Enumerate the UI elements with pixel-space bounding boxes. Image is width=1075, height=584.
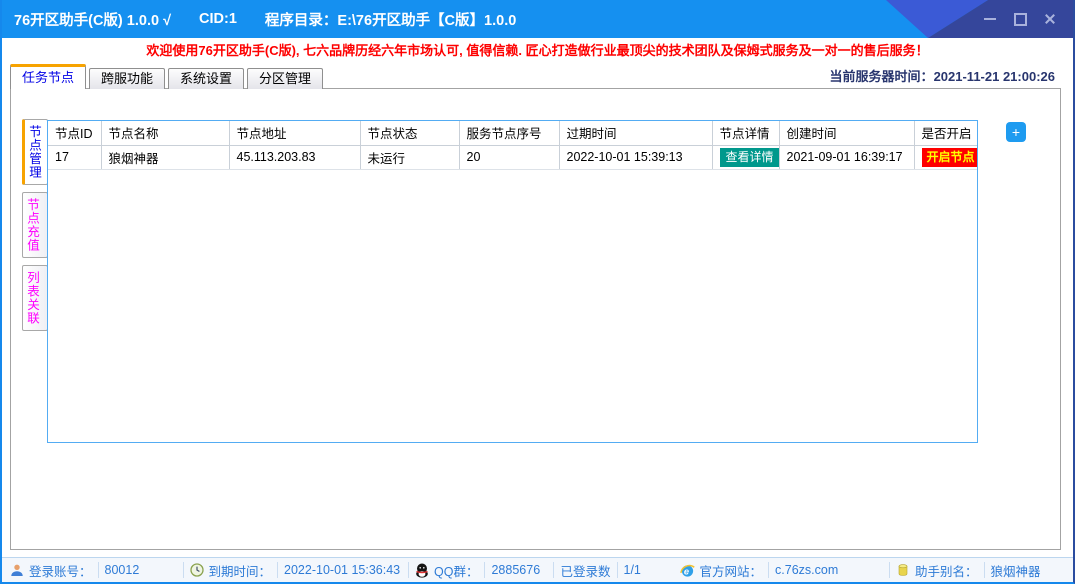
col-header-node-address: 节点地址 [229, 121, 360, 145]
node-table: 节点ID 节点名称 节点地址 节点状态 服务节点序号 过期时间 节点详情 创建时… [47, 120, 978, 443]
title-bar: 76开区助手(C版) 1.0.0 √ CID:1 程序目录：E:\76开区助手【… [2, 0, 1073, 38]
expire-time-value: 2022-10-01 15:36:43 [284, 563, 402, 577]
database-icon [896, 563, 910, 577]
divider [553, 562, 554, 578]
maximize-icon[interactable] [1009, 8, 1031, 30]
cid-label: CID:1 [199, 11, 237, 27]
divider [408, 562, 409, 578]
cell-service-node-no: 20 [459, 145, 559, 169]
view-detail-button[interactable]: 查看详情 [720, 148, 780, 167]
tab-strip: 任务节点 跨服功能 系统设置 分区管理 [10, 64, 326, 89]
divider [984, 562, 985, 578]
divider [98, 562, 99, 578]
side-tab-node-recharge[interactable]: 节点充值 [22, 192, 48, 258]
server-time: 当前服务器时间：2021-11-21 21:00:26 [830, 66, 1055, 85]
server-time-value: 2021-11-21 21:00:26 [934, 69, 1055, 84]
divider [277, 562, 278, 578]
col-header-service-node-no: 服务节点序号 [459, 121, 559, 145]
tab-zone-management[interactable]: 分区管理 [247, 68, 323, 89]
col-header-is-open: 是否开启 [914, 121, 978, 145]
table-row[interactable]: 17 狼烟神器 45.113.203.83 未运行 20 2022-10-01 … [48, 145, 978, 169]
login-account-label: 登录账号： [29, 561, 92, 580]
cell-node-detail: 查看详情 [712, 145, 779, 169]
cell-node-name: 狼烟神器 [101, 145, 229, 169]
col-header-node-status: 节点状态 [360, 121, 459, 145]
table-header-row: 节点ID 节点名称 节点地址 节点状态 服务节点序号 过期时间 节点详情 创建时… [48, 121, 978, 145]
side-tab-list-association[interactable]: 列表关联 [22, 265, 48, 331]
cell-node-status: 未运行 [360, 145, 459, 169]
svg-text:e: e [683, 566, 688, 576]
server-time-label: 当前服务器时间： [830, 69, 934, 84]
col-header-node-detail: 节点详情 [712, 121, 779, 145]
divider [768, 562, 769, 578]
qq-penguin-icon [415, 563, 429, 578]
welcome-banner: 欢迎使用76开区助手(C版), 七六品牌历经六年市场认可, 值得信赖. 匠心打造… [2, 38, 1073, 63]
main-panel: 节点管理 节点充值 列表关联 节点ID 节点名称 节点地址 节点状态 [10, 88, 1061, 550]
assistant-alias-value: 狼烟神器 [991, 561, 1041, 580]
window-title: 76开区助手(C版) 1.0.0 √ CID:1 程序目录：E:\76开区助手【… [14, 0, 516, 38]
col-header-node-name: 节点名称 [101, 121, 229, 145]
ie-globe-icon: e [680, 563, 695, 578]
cell-create-time: 2021-09-01 16:39:17 [779, 145, 914, 169]
logged-count-label: 已登录数 [560, 561, 610, 580]
divider [484, 562, 485, 578]
cell-node-address: 45.113.203.83 [229, 145, 360, 169]
qq-group-label: QQ群： [434, 561, 478, 580]
app-title: 76开区助手(C版) 1.0.0 √ [14, 9, 171, 30]
logged-count-value: 1/1 [624, 563, 666, 577]
program-dir-label: 程序目录：E:\76开区助手【C版】1.0.0 [265, 9, 516, 30]
app-window: 76开区助手(C版) 1.0.0 √ CID:1 程序目录：E:\76开区助手【… [0, 0, 1075, 584]
login-account-value: 80012 [105, 563, 177, 577]
col-header-create-time: 创建时间 [779, 121, 914, 145]
official-site-link[interactable]: c.76zs.com [775, 563, 883, 577]
cell-is-open: 开启节点 [914, 145, 978, 169]
clock-icon [190, 563, 204, 577]
status-bar: 登录账号： 80012 到期时间： 2022-10-01 15:36:43 QQ… [2, 557, 1073, 582]
expire-time-label: 到期时间： [209, 561, 272, 580]
cell-node-id: 17 [48, 145, 101, 169]
side-tab-strip: 节点管理 节点充值 列表关联 [22, 119, 48, 331]
divider [617, 562, 618, 578]
side-tab-node-management[interactable]: 节点管理 [22, 119, 48, 185]
add-node-button[interactable]: + [1006, 122, 1026, 142]
tab-system-settings[interactable]: 系统设置 [168, 68, 244, 89]
divider [183, 562, 184, 578]
col-header-expire-time: 过期时间 [559, 121, 712, 145]
open-node-button[interactable]: 开启节点 [922, 148, 979, 167]
tab-cross-server[interactable]: 跨服功能 [89, 68, 165, 89]
assistant-alias-label: 助手别名： [915, 561, 978, 580]
user-icon [10, 563, 24, 577]
tab-task-nodes[interactable]: 任务节点 [10, 64, 86, 89]
official-site-label: 官方网站： [700, 561, 763, 580]
qq-group-value: 2885676 [491, 563, 547, 577]
cell-expire-time: 2022-10-01 15:39:13 [559, 145, 712, 169]
window-controls [979, 0, 1061, 38]
close-icon[interactable] [1039, 8, 1061, 30]
divider [889, 562, 890, 578]
col-header-node-id: 节点ID [48, 121, 101, 145]
minimize-icon[interactable] [979, 8, 1001, 30]
